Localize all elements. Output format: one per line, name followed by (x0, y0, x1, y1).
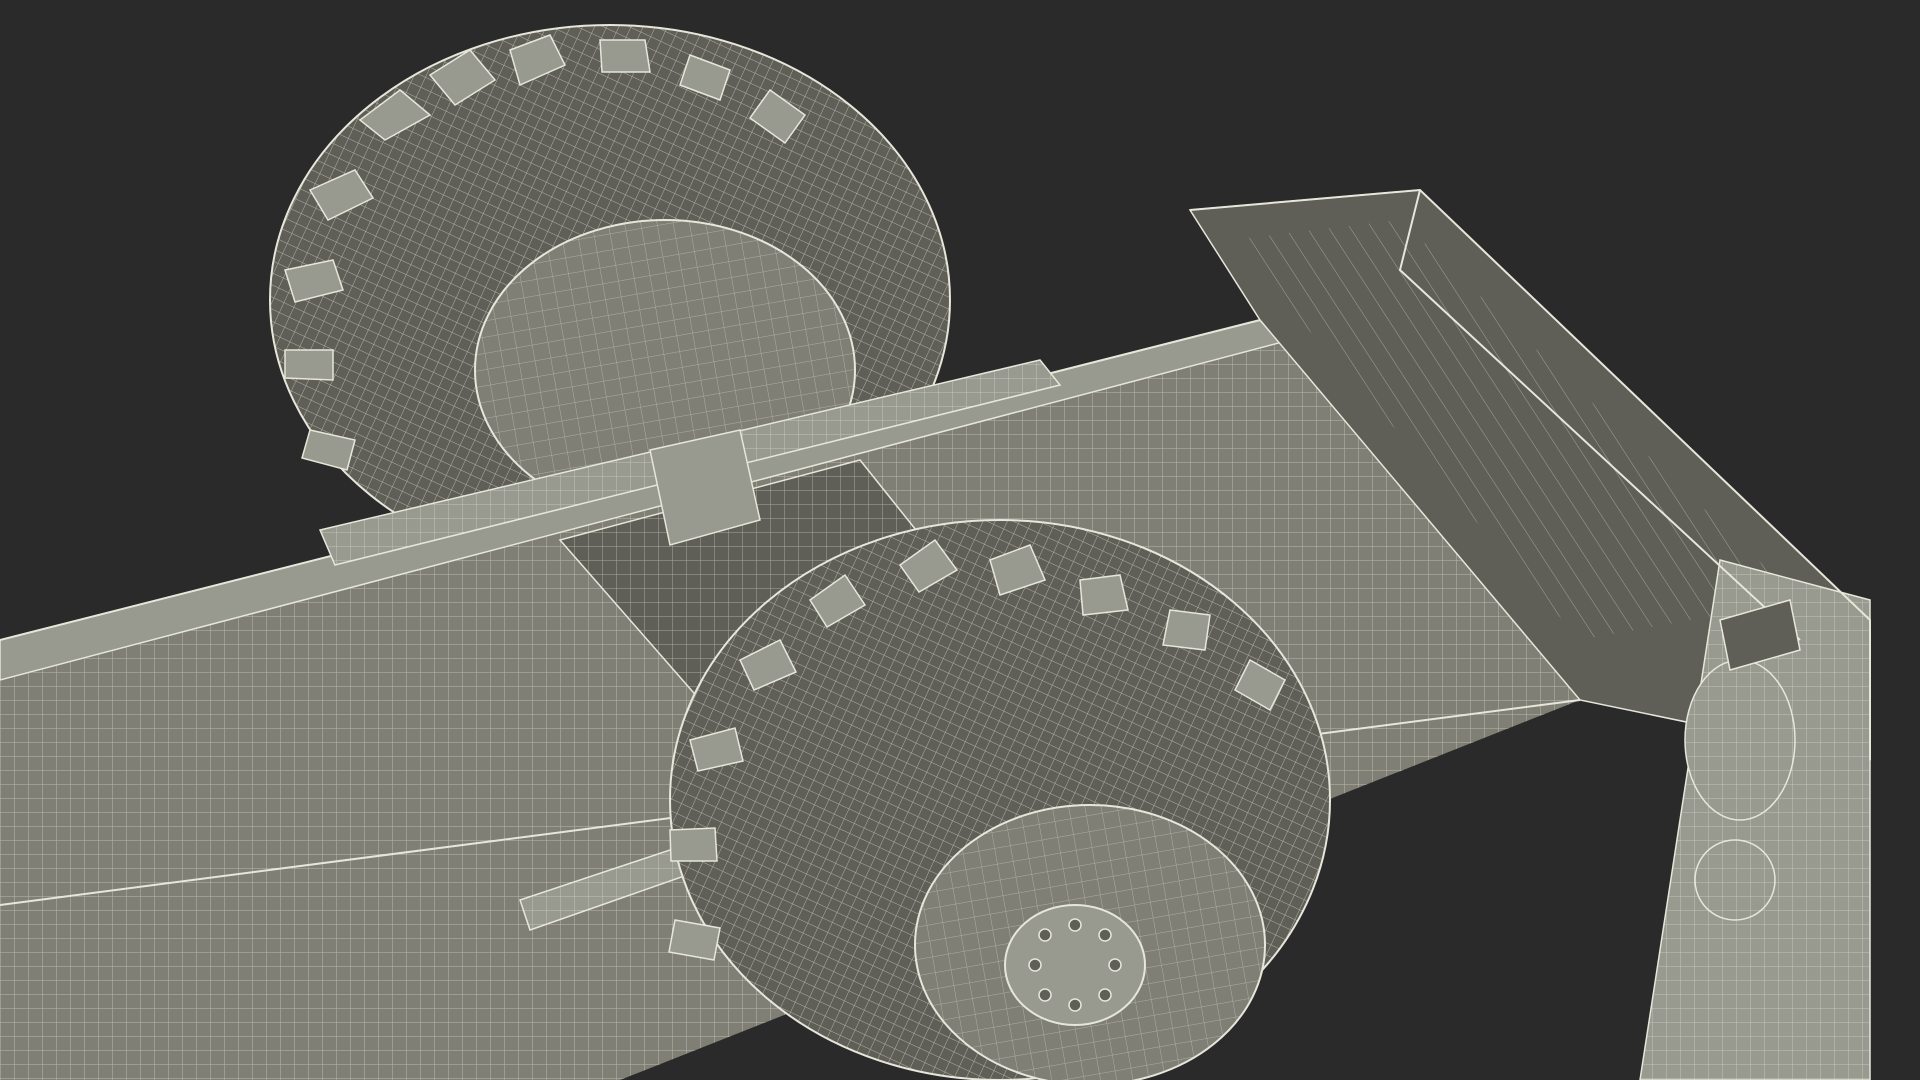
render-viewport (0, 0, 1920, 1080)
front-wheel (668, 519, 1331, 1080)
